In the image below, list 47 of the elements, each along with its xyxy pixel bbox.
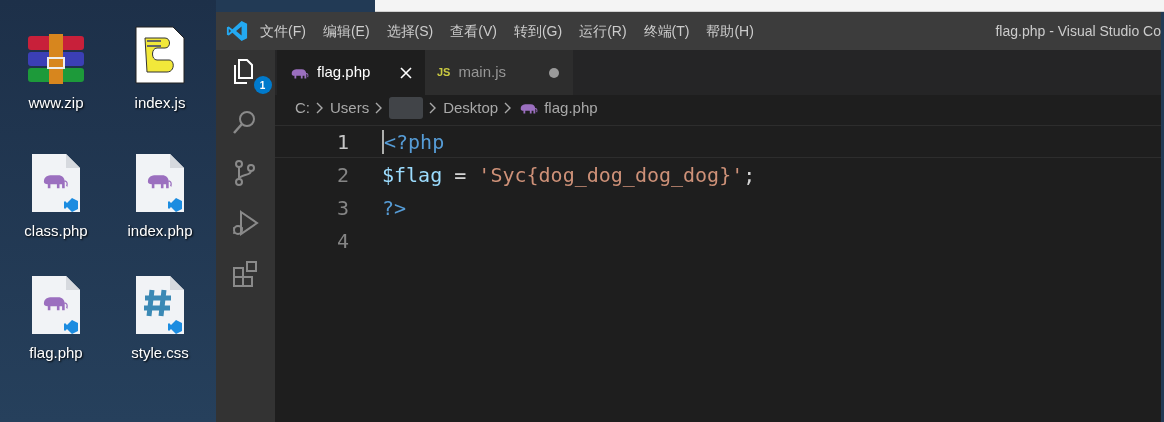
desktop-icon-label[interactable]: flag.php [29,342,83,365]
php-file-icon[interactable] [32,276,80,334]
menu-item[interactable]: 终端(T) [643,20,690,42]
menu-item[interactable]: 文件(F) [260,20,306,42]
editor-tab[interactable]: flag.php [277,50,425,95]
chevron-icon [375,102,384,114]
close-icon[interactable] [399,65,413,80]
chevron-icon [504,102,513,114]
menu-item[interactable]: 转到(G) [513,20,563,42]
line-number: 2 [335,161,349,189]
line-number: 4 [335,227,349,255]
menu-item[interactable]: 选择(S) [386,20,434,42]
code-token: $flag [382,161,443,189]
menu-item[interactable]: 帮助(H) [706,20,754,42]
desktop-icon-label[interactable]: www.zip [28,92,84,115]
editor-tab[interactable]: JS main.js [425,50,573,95]
breadcrumb-item[interactable]: C: [295,96,310,120]
text-cursor [382,129,384,154]
php-file-icon[interactable] [136,154,184,212]
desktop-icon-label[interactable]: index.js [134,92,186,115]
line-number: 3 [335,194,349,222]
code-token: = [453,161,468,189]
menu-item[interactable]: 编辑(E) [322,20,370,42]
desktop-icon-label[interactable]: style.css [131,342,189,365]
code-token: <?php [384,128,445,156]
chevron-icon [316,102,324,114]
css-file-icon[interactable] [136,276,184,334]
code-token: ?> [382,194,407,222]
window-title: flag.php - Visual Studio Co [995,21,1161,41]
chevron-icon [429,102,438,114]
desktop-icon-label[interactable]: index.php [127,220,193,243]
code-token: 'Syc{dog_dog_dog_dog}' [478,161,744,189]
php-file-icon[interactable] [32,154,80,212]
code-token: ; [743,161,756,189]
script-file-icon[interactable] [135,26,185,84]
menu-item[interactable]: 运行(R) [579,20,627,42]
blurred-patch [389,97,424,119]
archive-file-icon[interactable] [26,34,86,84]
breadcrumb-item[interactable]: Desktop [443,96,499,120]
menu-item[interactable]: 查看(V) [450,20,497,42]
line-number: 1 [335,128,349,156]
js-file-label: JS [437,65,451,81]
breadcrumb-item[interactable]: flag.php [544,96,598,120]
desktop-icon-label[interactable]: class.php [24,220,88,243]
notification-badge: 1 [253,76,272,94]
breadcrumb-item[interactable]: Users [330,96,370,120]
app-logo-icon[interactable] [226,20,248,42]
